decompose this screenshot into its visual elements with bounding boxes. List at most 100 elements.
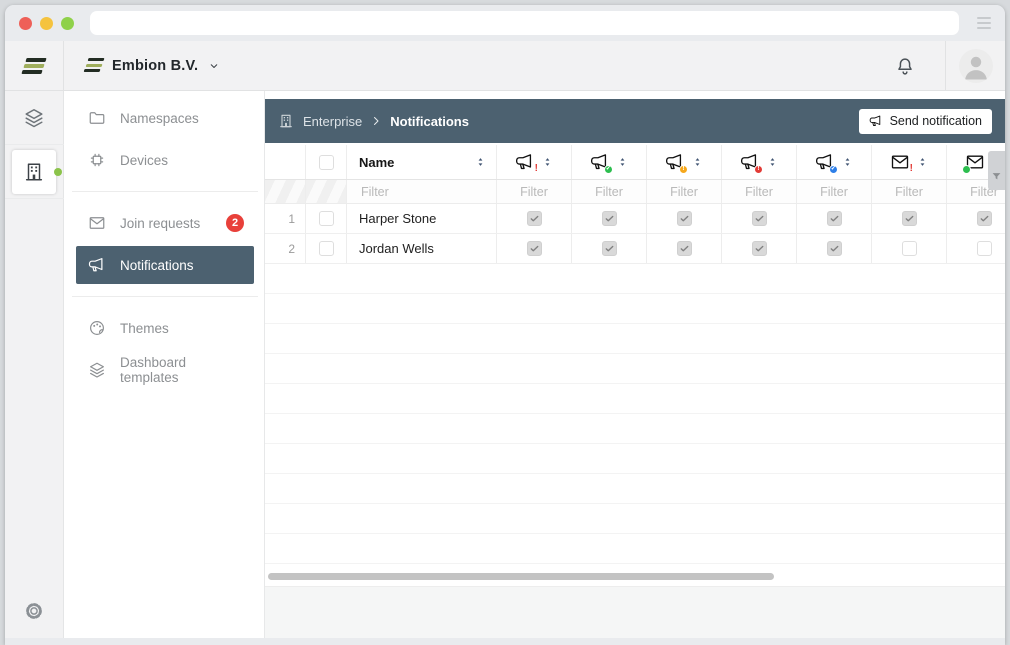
status-cell-megaphone-alert (722, 234, 797, 263)
sort-icon[interactable] (617, 155, 628, 169)
column-filter-tab[interactable] (988, 151, 1005, 190)
row-select-checkbox[interactable] (319, 241, 334, 256)
sidebar-item-label: Devices (120, 153, 168, 168)
status-checkbox[interactable] (902, 211, 917, 226)
megaphone-alert-filter-input[interactable] (722, 185, 796, 199)
embion-logo-icon (86, 58, 102, 72)
rail-item-enterprise[interactable] (5, 145, 64, 199)
minimize-button[interactable] (40, 17, 53, 30)
settings-gear-icon[interactable] (23, 600, 45, 622)
name-cell: Jordan Wells (347, 234, 497, 263)
megaphone-warning-filter-input[interactable] (647, 185, 721, 199)
header-rownum (265, 145, 306, 179)
status-checkbox[interactable] (752, 241, 767, 256)
table-row: 2 Jordan Wells (265, 234, 1005, 264)
window-controls (19, 17, 74, 30)
embion-logo-icon (24, 58, 44, 74)
megaphone-success-filter-input[interactable] (572, 185, 646, 199)
sidebar-item-themes[interactable]: Themes (76, 309, 254, 347)
header-cell-name[interactable]: Name (347, 145, 497, 179)
user-name: Harper Stone (359, 211, 436, 226)
envelope-success-icon (965, 152, 985, 172)
megaphone-warning-icon: ! (665, 152, 685, 172)
sort-icon[interactable] (475, 155, 486, 169)
sort-icon[interactable] (692, 155, 703, 169)
status-badge: ! (679, 165, 688, 174)
status-cell-envelope-success (947, 234, 1005, 263)
filter-cell-megaphone-success (572, 180, 647, 203)
status-checkbox[interactable] (902, 241, 917, 256)
status-checkbox[interactable] (602, 241, 617, 256)
sort-icon[interactable] (542, 155, 553, 169)
sidebar-item-namespaces[interactable]: Namespaces (76, 99, 254, 137)
status-checkbox[interactable] (827, 241, 842, 256)
status-cell-megaphone-info (797, 234, 872, 263)
status-cell-megaphone-info (797, 204, 872, 233)
user-menu[interactable] (945, 41, 1005, 90)
close-button[interactable] (19, 17, 32, 30)
header-cell-envelope-error[interactable]: ! (872, 145, 947, 179)
select-all-checkbox[interactable] (319, 155, 334, 170)
status-checkbox[interactable] (977, 241, 992, 256)
status-badge: ! (754, 165, 763, 174)
sidebar-item-label: Dashboard templates (120, 355, 244, 385)
status-checkbox[interactable] (977, 211, 992, 226)
header-cell-megaphone-alert[interactable]: ! (722, 145, 797, 179)
send-notification-button[interactable]: Send notification (859, 109, 992, 134)
status-checkbox[interactable] (677, 241, 692, 256)
sort-icon[interactable] (917, 155, 928, 169)
sidebar-item-join-requests[interactable]: Join requests2 (76, 204, 254, 242)
status-checkbox[interactable] (752, 211, 767, 226)
status-badge: ✓ (604, 165, 613, 174)
megaphone-alert-icon: ! (740, 152, 760, 172)
avatar[interactable] (959, 49, 993, 83)
address-bar[interactable] (90, 11, 959, 35)
filter-disabled-cell (265, 180, 306, 203)
status-badge: ! (535, 164, 538, 174)
megaphone-success-icon: ✓ (590, 152, 610, 172)
horizontal-scrollbar-thumb[interactable] (268, 573, 774, 580)
header-cell-megaphone-info[interactable]: ✓ (797, 145, 872, 179)
sidebar-item-label: Themes (120, 321, 169, 336)
building-icon (12, 150, 56, 194)
sidebar-item-notifications[interactable]: Notifications (76, 246, 254, 284)
empty-row (265, 444, 1005, 474)
sort-icon[interactable] (842, 155, 853, 169)
header-cell-megaphone-warning[interactable]: ! (647, 145, 722, 179)
status-checkbox[interactable] (602, 211, 617, 226)
status-cell-megaphone-error (497, 234, 572, 263)
app-logo-cell[interactable] (5, 41, 64, 90)
notifications-bell-icon[interactable] (894, 55, 916, 77)
megaphone-info-filter-input[interactable] (797, 185, 871, 199)
zoom-button[interactable] (61, 17, 74, 30)
browser-menu-icon[interactable] (977, 17, 991, 29)
breadcrumb-notifications: Notifications (390, 114, 469, 129)
breadcrumb: Enterprise Notifications Send notificati… (265, 99, 1005, 143)
breadcrumb-enterprise[interactable]: Enterprise (303, 114, 362, 129)
sidebar-item-devices[interactable]: Devices (76, 141, 254, 179)
status-cell-megaphone-warning (647, 204, 722, 233)
status-checkbox[interactable] (527, 211, 542, 226)
name-filter-input[interactable] (359, 185, 486, 199)
filter-cell-megaphone-error (497, 180, 572, 203)
sort-icon[interactable] (767, 155, 778, 169)
status-checkbox[interactable] (827, 211, 842, 226)
filter-disabled-cell (306, 180, 347, 203)
envelope-error-filter-input[interactable] (872, 185, 946, 199)
envelope-icon (88, 214, 106, 232)
building-icon (278, 113, 294, 129)
status-checkbox[interactable] (677, 211, 692, 226)
row-select-checkbox[interactable] (319, 211, 334, 226)
organization-switcher[interactable]: Embion B.V. (64, 58, 220, 74)
rail-item-dashboards[interactable] (5, 91, 64, 145)
megaphone-error-filter-input[interactable] (497, 185, 571, 199)
browser-window: Embion B.V. Namespaces Devices Join reques… (5, 5, 1005, 645)
filter-cell-name (347, 180, 497, 203)
status-checkbox[interactable] (527, 241, 542, 256)
icon-rail (5, 91, 64, 638)
empty-row (265, 384, 1005, 414)
header-cell-megaphone-success[interactable]: ✓ (572, 145, 647, 179)
header-cell-megaphone-error[interactable]: ! (497, 145, 572, 179)
row-number: 2 (265, 234, 306, 263)
sidebar-item-dashboard-templates[interactable]: Dashboard templates (76, 351, 254, 389)
